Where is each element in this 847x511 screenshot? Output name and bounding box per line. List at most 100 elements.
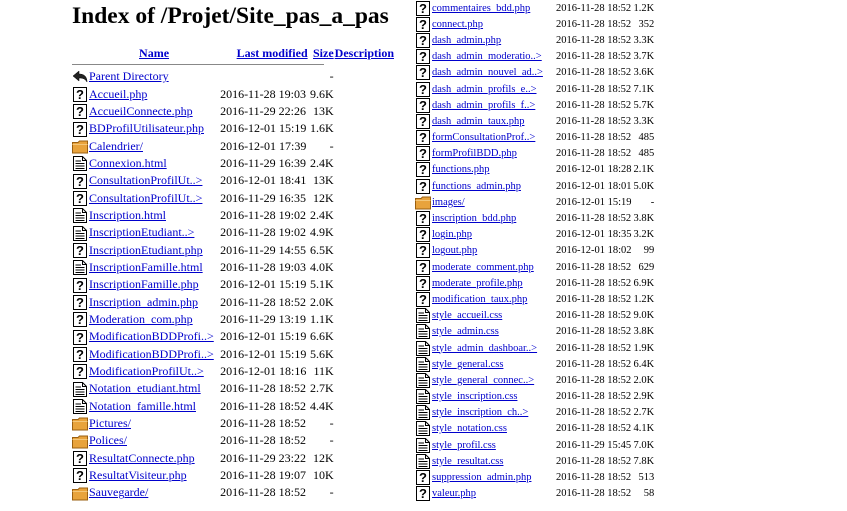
- file-link[interactable]: valeur.php: [432, 488, 476, 499]
- file-link[interactable]: style_general_connec..>: [432, 375, 534, 386]
- file-link[interactable]: dash_admin_nouvel_ad..>: [432, 67, 543, 78]
- file-link[interactable]: ResultatConnecte.php: [89, 451, 195, 465]
- row-size: 2.0K: [310, 294, 334, 309]
- file-link[interactable]: Sauvegarde/: [89, 485, 148, 499]
- file-link[interactable]: Notation_etudiant.html: [89, 381, 201, 395]
- file-link[interactable]: inscription_bdd.php: [432, 213, 516, 224]
- file-link[interactable]: formConsultationProf..>: [432, 132, 535, 143]
- file-link[interactable]: BDProfilUtilisateur.php: [89, 121, 204, 135]
- row-icon-cell: [72, 259, 88, 276]
- file-link[interactable]: moderate_comment.php: [432, 262, 534, 273]
- row-modified: 2016-11-28 18:52: [556, 277, 632, 289]
- file-link[interactable]: style_inscription.css: [432, 391, 517, 402]
- row-modified: 2016-12-01 18:28: [556, 164, 632, 176]
- file-link[interactable]: login.php: [432, 229, 472, 240]
- file-link[interactable]: InscriptionFamille.html: [89, 260, 203, 274]
- listing-row: ? InscriptionEtudiant.php 2016-11-29 14:55…: [72, 241, 394, 258]
- row-size: 2.4K: [310, 207, 334, 222]
- sort-by-modified-link[interactable]: Last modified: [237, 46, 308, 60]
- svg-text:?: ?: [419, 470, 427, 485]
- file-link[interactable]: Moderation_com.php: [89, 312, 193, 326]
- row-icon-cell: ?: [415, 227, 431, 243]
- file-link[interactable]: modification_taux.php: [432, 294, 527, 305]
- row-name-cell: Notation_etudiant.html: [88, 380, 220, 397]
- file-unknown-icon: ?: [415, 275, 431, 291]
- file-text-icon: [72, 156, 88, 172]
- file-link[interactable]: images/: [432, 197, 465, 208]
- file-text-icon: [72, 381, 88, 397]
- file-link[interactable]: AccueilConnecte.php: [89, 104, 193, 118]
- file-link[interactable]: Inscription_admin.php: [89, 295, 198, 309]
- file-link[interactable]: Inscription.html: [89, 208, 166, 222]
- file-link[interactable]: Accueil.php: [89, 87, 147, 101]
- row-modified: 2016-11-29 14:55: [220, 242, 306, 257]
- file-link[interactable]: ConsultationProfilUt..>: [89, 191, 202, 205]
- row-modified: 2016-12-01 18:01: [556, 180, 632, 192]
- file-link[interactable]: Connexion.html: [89, 156, 167, 170]
- page-title: Index of /Projet/Site_pas_a_pas: [72, 3, 389, 29]
- file-link[interactable]: style_inscription_ch..>: [432, 407, 528, 418]
- file-link[interactable]: Polices/: [89, 433, 127, 447]
- file-link[interactable]: InscriptionEtudiant.php: [89, 243, 203, 257]
- file-link[interactable]: dash_admin_profils_e..>: [432, 84, 537, 95]
- file-link[interactable]: style_notation.css: [432, 423, 507, 434]
- file-link[interactable]: ModificationBDDProfi..>: [89, 347, 214, 361]
- file-link[interactable]: Calendrier/: [89, 139, 143, 153]
- file-unknown-icon: ?: [415, 146, 431, 162]
- row-name-cell: ModificationBDDProfi..>: [88, 346, 220, 363]
- file-link[interactable]: suppression_admin.php: [432, 472, 531, 483]
- row-modified: 2016-11-28 18:52: [220, 433, 306, 448]
- file-link[interactable]: functions_admin.php: [432, 181, 521, 192]
- row-size: 1.9K: [633, 342, 655, 354]
- file-link[interactable]: functions.php: [432, 164, 489, 175]
- file-link[interactable]: moderate_profile.php: [432, 278, 523, 289]
- file-link[interactable]: Notation_famille.html: [89, 399, 196, 413]
- svg-text:?: ?: [76, 278, 84, 293]
- row-icon-cell: [72, 484, 88, 501]
- file-link[interactable]: ConsultationProfilUt..>: [89, 173, 202, 187]
- sort-by-description-link[interactable]: Description: [335, 46, 394, 60]
- file-link[interactable]: logout.php: [432, 245, 477, 256]
- row-size: 4.1K: [633, 423, 655, 435]
- file-link[interactable]: Pictures/: [89, 416, 131, 430]
- file-link[interactable]: ModificationBDDProfi..>: [89, 329, 214, 343]
- file-link[interactable]: dash_admin_profils_f..>: [432, 100, 535, 111]
- file-link[interactable]: commentaires_bdd.php: [432, 3, 530, 14]
- file-link[interactable]: dash_admin_moderatio..>: [432, 51, 542, 62]
- file-link[interactable]: ModificationProfilUt..>: [89, 364, 204, 378]
- svg-text:?: ?: [419, 1, 427, 16]
- listing-row: style_notation.css 2016-11-28 18:52 4.1K: [415, 421, 654, 437]
- file-link[interactable]: InscriptionFamille.php: [89, 277, 199, 291]
- listing-row: InscriptionFamille.html 2016-11-28 19:03 4…: [72, 259, 394, 276]
- row-name-cell: connect.php: [431, 16, 556, 32]
- row-modified: 2016-12-01 15:19: [220, 346, 307, 361]
- file-unknown-icon: ?: [72, 364, 88, 380]
- file-link[interactable]: style_resultat.css: [432, 456, 503, 467]
- row-name-cell: dash_admin_profils_f..>: [431, 97, 556, 113]
- row-name-cell: style_general_connec..>: [431, 372, 556, 388]
- row-icon-cell: ?: [415, 210, 431, 227]
- row-icon-cell: ?: [415, 49, 431, 65]
- sort-by-name-link[interactable]: Name: [139, 46, 169, 60]
- file-link[interactable]: ResultatVisiteur.php: [89, 468, 187, 482]
- file-link[interactable]: InscriptionEtudiant..>: [89, 225, 194, 239]
- file-link[interactable]: style_profil.css: [432, 440, 496, 451]
- row-modified: 2016-11-28 18:52: [556, 391, 632, 403]
- file-link[interactable]: dash_admin.php: [432, 35, 501, 46]
- row-modified: 2016-11-28 18:52: [556, 51, 632, 63]
- file-link[interactable]: Parent Directory: [89, 69, 169, 83]
- file-link[interactable]: connect.php: [432, 19, 483, 30]
- row-modified: 2016-11-28 18:52: [556, 455, 632, 467]
- file-link[interactable]: style_admin.css: [432, 326, 499, 337]
- row-name-cell: dash_admin_nouvel_ad..>: [431, 65, 556, 81]
- listing-row: ? suppression_admin.php 2016-11-28 18:52 51…: [415, 469, 654, 486]
- file-link[interactable]: dash_admin_taux.php: [432, 116, 524, 127]
- file-link[interactable]: style_general.css: [432, 359, 503, 370]
- file-unknown-icon: ?: [72, 104, 88, 120]
- sort-by-size-link[interactable]: Size: [313, 46, 334, 60]
- file-link[interactable]: formProfilBDD.php: [432, 148, 517, 159]
- row-name-cell: Inscription.html: [88, 207, 220, 224]
- file-link[interactable]: style_admin_dashboar..>: [432, 343, 537, 354]
- row-modified: 2016-12-01 18:35: [556, 229, 632, 241]
- file-link[interactable]: style_accueil.css: [432, 310, 502, 321]
